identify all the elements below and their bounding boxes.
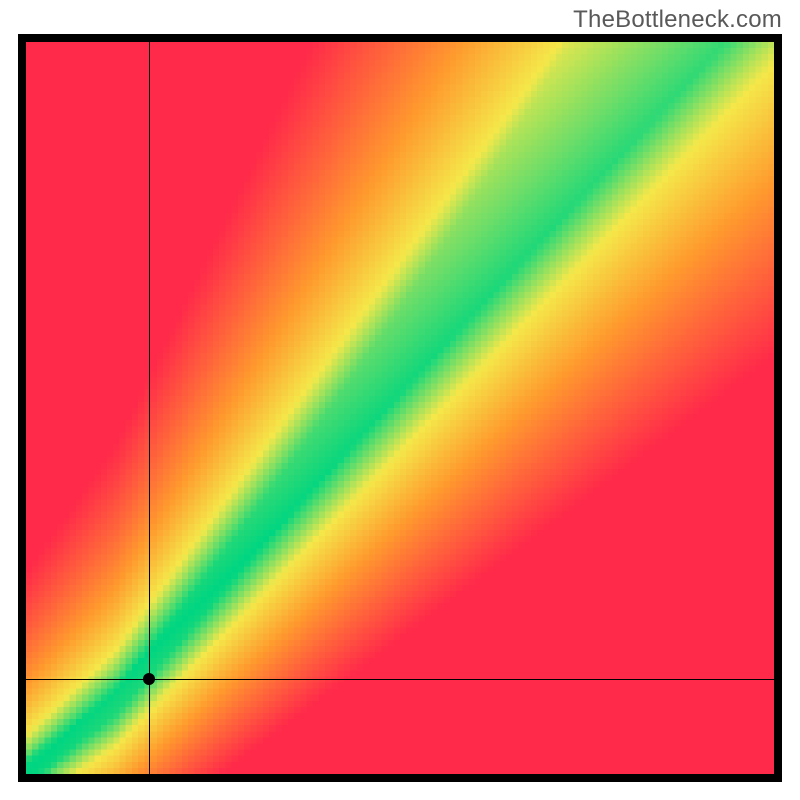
plot-frame [18,34,782,782]
chart-wrap: TheBottleneck.com [0,0,800,800]
watermark-text: TheBottleneck.com [573,6,782,34]
heatmap-canvas [26,42,774,774]
plot-area [26,42,774,774]
crosshair-horizontal [26,679,774,680]
crosshair-vertical [149,42,150,774]
